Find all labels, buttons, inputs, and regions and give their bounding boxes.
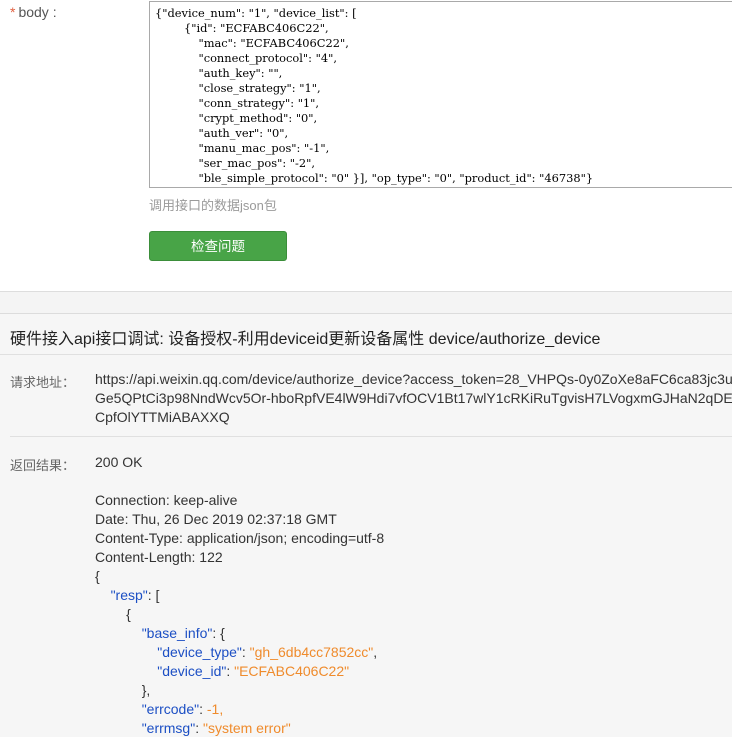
section-divider xyxy=(0,291,732,314)
body-line: {"id": "ECFABC406C22", xyxy=(155,21,329,35)
json-value: "system error" xyxy=(202,720,291,736)
json-line: "device_type": "gh_6db4cc7852cc", xyxy=(157,644,378,660)
body-hint: 调用接口的数据json包 xyxy=(149,198,277,213)
body-line: "ble_simple_protocol": "0" }], "op_type"… xyxy=(155,171,594,185)
response-header: Content-Type: application/json; encoding… xyxy=(95,530,385,546)
body-line: "conn_strategy": "1", xyxy=(155,96,320,110)
json-key: "resp" xyxy=(110,587,148,603)
body-field-label: * body : xyxy=(10,4,57,20)
json-key: "device_id" xyxy=(157,663,227,679)
required-mark: * xyxy=(10,4,16,20)
response-body: 200 OK Connection: keep-alive Date: Thu,… xyxy=(95,453,384,738)
body-line: "manu_mac_pos": "-1", xyxy=(155,141,330,155)
body-line: "mac": "ECFABC406C22", xyxy=(155,36,349,50)
request-url: https://api.weixin.qq.com/device/authori… xyxy=(95,371,732,425)
body-line: "connect_protocol": "4", xyxy=(155,51,337,65)
response-status: 200 OK xyxy=(95,454,143,470)
return-result-label: 返回结果： xyxy=(10,458,76,473)
json-brace: { xyxy=(126,606,131,622)
json-line: "resp": [ xyxy=(95,586,384,605)
json-brace: { xyxy=(95,568,100,584)
divider xyxy=(0,354,732,355)
json-line: "device_id": "ECFABC406C22" xyxy=(157,663,350,679)
request-url-label: 请求地址： xyxy=(10,375,76,390)
body-line: "auth_key": "", xyxy=(155,66,283,80)
json-value: "ECFABC406C22" xyxy=(234,663,350,679)
json-punct: : [ xyxy=(147,587,160,603)
json-key: "errmsg" xyxy=(141,720,196,736)
json-line: "base_info": { xyxy=(95,624,384,643)
json-value: -1, xyxy=(206,701,224,717)
json-line: }, xyxy=(95,681,384,700)
response-header: Content-Length: 122 xyxy=(95,549,223,565)
json-brace: }, xyxy=(141,682,151,698)
body-line: "auth_ver": "0", xyxy=(155,126,289,140)
body-textarea[interactable]: {"device_num": "1", "device_list": [ {"i… xyxy=(149,1,732,188)
json-punct: : { xyxy=(212,625,225,641)
divider xyxy=(10,436,732,437)
body-json-text: {"device_num": "1", "device_list": [ {"i… xyxy=(155,6,732,186)
json-line: "errmsg": "system error" xyxy=(141,720,291,736)
body-line: "close_strategy": "1", xyxy=(155,81,321,95)
result-panel: 硬件接入api接口调试: 设备授权-利用deviceid更新设备属性 devic… xyxy=(0,313,732,737)
json-key: "errcode" xyxy=(141,701,200,717)
body-label-text: body : xyxy=(18,4,57,20)
result-title: 硬件接入api接口调试: 设备授权-利用deviceid更新设备属性 devic… xyxy=(10,331,601,348)
json-line: "errcode": -1, xyxy=(141,701,224,717)
json-key: "base_info" xyxy=(141,625,213,641)
check-problem-button[interactable]: 检查问题 xyxy=(149,231,287,261)
json-line: { xyxy=(95,605,384,624)
request-form: * body : {"device_num": "1", "device_list… xyxy=(0,0,732,291)
response-header: Connection: keep-alive xyxy=(95,492,238,508)
body-line: "crypt_method": "0", xyxy=(155,111,318,125)
json-line: { xyxy=(95,567,384,586)
body-line: {"device_num": "1", "device_list": [ xyxy=(155,6,357,20)
response-header: Date: Thu, 26 Dec 2019 02:37:18 GMT xyxy=(95,511,337,527)
body-line: "ser_mac_pos": "-2", xyxy=(155,156,315,170)
json-key: "device_type" xyxy=(157,644,242,660)
json-value: "gh_6db4cc7852cc" xyxy=(249,644,374,660)
